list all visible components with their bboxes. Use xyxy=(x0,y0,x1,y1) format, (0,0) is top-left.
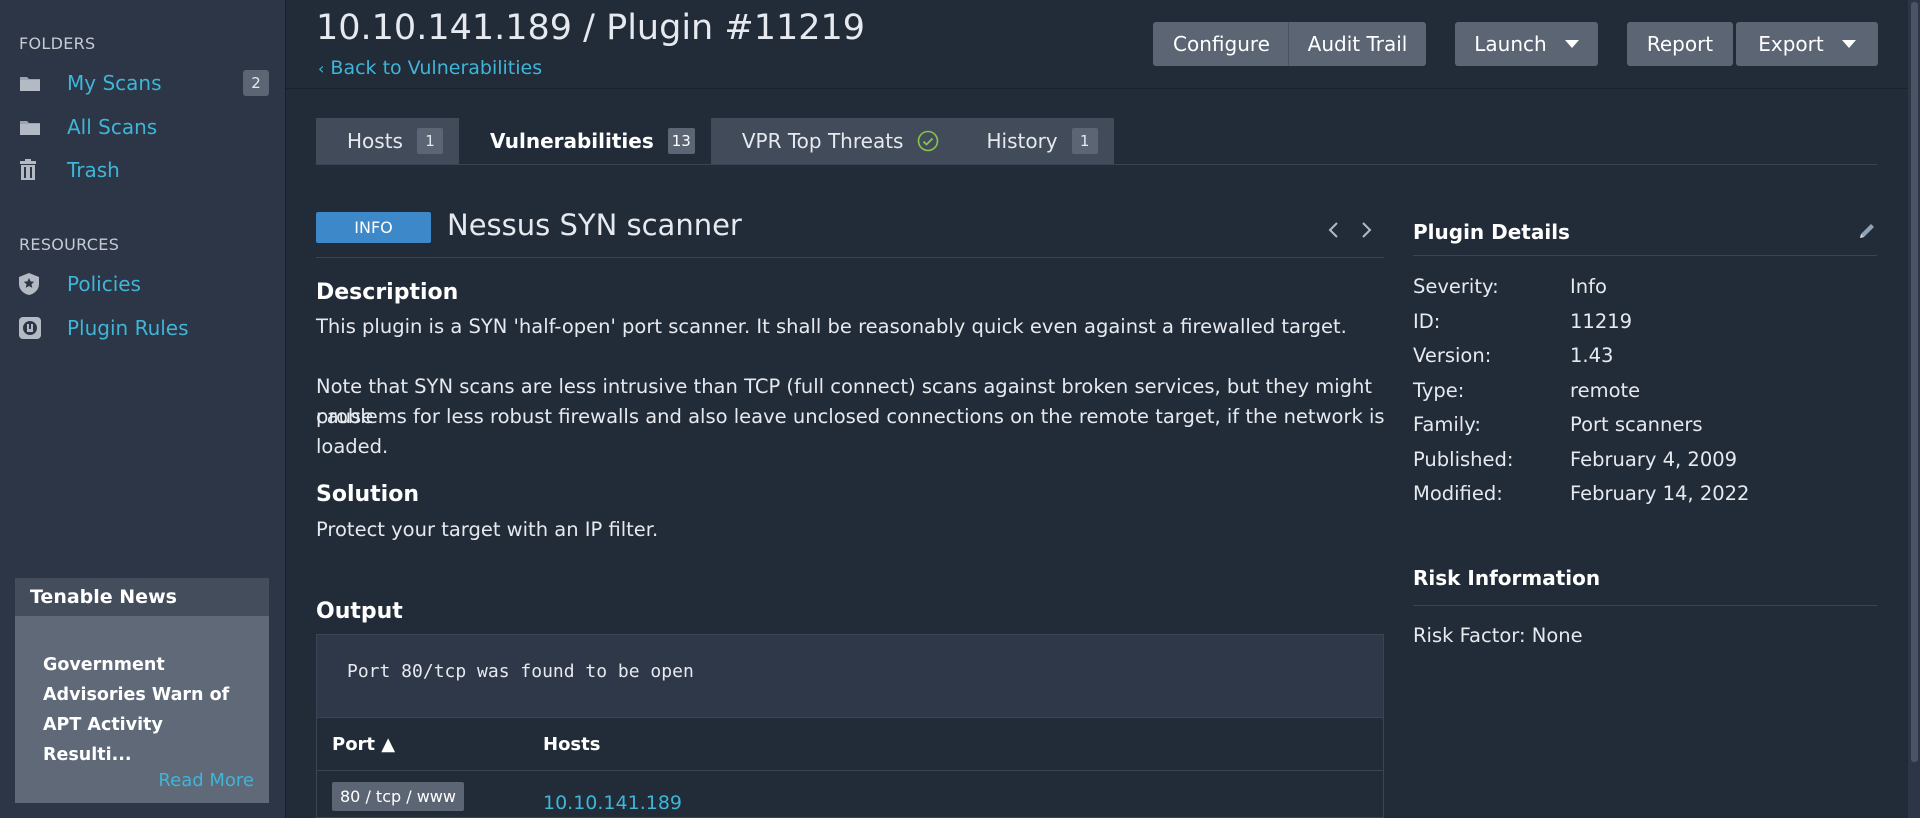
read-more-link[interactable]: Read More xyxy=(158,770,254,791)
back-link-label: Back to Vulnerabilities xyxy=(330,57,543,79)
sidebar-item-label: Trash xyxy=(67,158,120,182)
solution-text: Protect your target with an IP filter. xyxy=(316,518,659,541)
detail-value: Info xyxy=(1570,275,1607,298)
page-scrollbar[interactable] xyxy=(1908,0,1920,818)
description-note-line-2: problems for less robust firewalls and a… xyxy=(316,405,1385,458)
report-button[interactable]: Report xyxy=(1627,22,1733,66)
chevron-left-icon: ‹ xyxy=(318,58,325,78)
plugin-name: Nessus SYN scanner xyxy=(447,208,742,242)
check-circle-icon xyxy=(917,130,939,152)
header-divider xyxy=(286,88,1920,89)
trash-icon xyxy=(19,157,49,183)
folders-heading: FOLDERS xyxy=(19,34,96,53)
detail-row-severity: Severity: Info xyxy=(1413,275,1607,298)
sidebar-item-label: My Scans xyxy=(67,71,162,95)
sidebar-item-trash[interactable]: Trash xyxy=(19,153,269,187)
chevron-right-icon[interactable] xyxy=(1358,220,1374,240)
sidebar-item-label: All Scans xyxy=(67,115,158,139)
back-to-vulnerabilities-link[interactable]: ‹ Back to Vulnerabilities xyxy=(318,57,542,79)
tab-label: Vulnerabilities xyxy=(489,129,654,153)
tab-count-badge: 1 xyxy=(416,128,443,154)
detail-row-type: Type: remote xyxy=(1413,379,1640,402)
detail-value: February 4, 2009 xyxy=(1570,448,1738,471)
plugin-title-divider xyxy=(316,257,1384,258)
detail-key: Published: xyxy=(1413,448,1514,471)
column-header-port[interactable]: Port ▲ xyxy=(332,734,395,755)
detail-row-published: Published: February 4, 2009 xyxy=(1413,448,1737,471)
risk-information-divider xyxy=(1413,605,1877,606)
description-text: This plugin is a SYN 'half-open' port sc… xyxy=(316,315,1347,338)
risk-factor: Risk Factor: None xyxy=(1413,624,1583,647)
detail-row-version: Version: 1.43 xyxy=(1413,344,1613,367)
plugin-details-heading: Plugin Details xyxy=(1413,220,1570,244)
page-title: 10.10.141.189 / Plugin #11219 xyxy=(316,8,866,48)
detail-key: Modified: xyxy=(1413,482,1503,505)
sidebar-item-my-scans[interactable]: My Scans 2 xyxy=(19,66,269,100)
description-heading: Description xyxy=(316,280,459,305)
detail-key: Family: xyxy=(1413,413,1481,436)
detail-value: February 14, 2022 xyxy=(1570,482,1750,505)
resources-heading: RESOURCES xyxy=(19,235,120,254)
tab-vulnerabilities[interactable]: Vulnerabilities 13 xyxy=(458,118,711,164)
launch-label: Launch xyxy=(1474,32,1547,56)
severity-badge: INFO xyxy=(316,212,431,243)
caret-down-icon xyxy=(1841,40,1856,48)
folder-icon xyxy=(19,70,49,96)
detail-row-id: ID: 11219 xyxy=(1413,310,1632,333)
detail-value: 11219 xyxy=(1570,310,1633,333)
detail-row-modified: Modified: February 14, 2022 xyxy=(1413,482,1749,505)
tab-label: VPR Top Threats xyxy=(741,129,904,153)
configure-button[interactable]: Configure xyxy=(1153,22,1290,66)
sidebar-item-label: Plugin Rules xyxy=(67,316,189,340)
port-tag: 80 / tcp / www xyxy=(332,782,464,811)
output-text: Port 80/tcp was found to be open xyxy=(347,661,694,682)
launch-button[interactable]: Launch xyxy=(1455,22,1598,66)
sidebar: FOLDERS My Scans 2 All Scans Trash RESOU… xyxy=(0,0,286,818)
tab-count-badge: 1 xyxy=(1071,128,1098,154)
export-label: Export xyxy=(1758,32,1824,56)
output-box: Port 80/tcp was found to be open xyxy=(316,634,1384,718)
news-headline[interactable]: Government Advisories Warn of APT Activi… xyxy=(43,650,243,770)
detail-value: Port scanners xyxy=(1570,413,1703,436)
solution-heading: Solution xyxy=(316,482,419,507)
detail-value: 1.43 xyxy=(1570,344,1614,367)
audit-trail-button[interactable]: Audit Trail xyxy=(1288,22,1426,66)
risk-information-heading: Risk Information xyxy=(1413,566,1601,590)
detail-row-family: Family: Port scanners xyxy=(1413,413,1703,436)
pencil-icon[interactable] xyxy=(1858,222,1876,240)
tabs-divider xyxy=(316,164,1877,165)
news-title: Tenable News xyxy=(15,578,269,616)
scrollbar-thumb[interactable] xyxy=(1911,2,1918,762)
tab-count-badge: 13 xyxy=(667,128,695,154)
news-panel: Tenable News Government Advisories Warn … xyxy=(15,578,269,803)
detail-key: Version: xyxy=(1413,344,1492,367)
plugin-details-divider xyxy=(1413,255,1877,256)
detail-value: remote xyxy=(1570,379,1641,402)
scan-count-badge: 2 xyxy=(243,70,269,96)
column-header-hosts: Hosts xyxy=(543,734,601,755)
table-header-divider xyxy=(317,770,1383,771)
detail-key: Type: xyxy=(1413,379,1465,402)
tab-label: Hosts xyxy=(347,129,403,153)
sidebar-item-plugin-rules[interactable]: Plugin Rules xyxy=(19,311,269,345)
chevron-left-icon[interactable] xyxy=(1326,220,1342,240)
detail-key: Severity: xyxy=(1413,275,1499,298)
export-button[interactable]: Export xyxy=(1736,22,1878,66)
plug-icon xyxy=(19,315,49,341)
output-heading: Output xyxy=(316,599,403,624)
folder-icon xyxy=(19,114,49,140)
sidebar-item-label: Policies xyxy=(67,272,141,296)
sidebar-item-policies[interactable]: Policies xyxy=(19,267,269,301)
sidebar-item-all-scans[interactable]: All Scans xyxy=(19,110,269,144)
host-link[interactable]: 10.10.141.189 xyxy=(543,792,682,814)
caret-down-icon xyxy=(1564,40,1579,48)
tab-bar: Hosts 1 Vulnerabilities 13 VPR Top Threa… xyxy=(316,118,1114,164)
detail-key: ID: xyxy=(1413,310,1441,333)
tab-label: History xyxy=(986,129,1058,153)
shield-star-icon xyxy=(19,271,49,297)
tab-hosts[interactable]: Hosts 1 xyxy=(316,118,459,164)
port-hosts-table: Port ▲ Hosts 80 / tcp / www 10.10.141.18… xyxy=(316,718,1384,818)
tab-history[interactable]: History 1 xyxy=(955,118,1113,164)
tab-vpr-top-threats[interactable]: VPR Top Threats xyxy=(711,118,956,164)
